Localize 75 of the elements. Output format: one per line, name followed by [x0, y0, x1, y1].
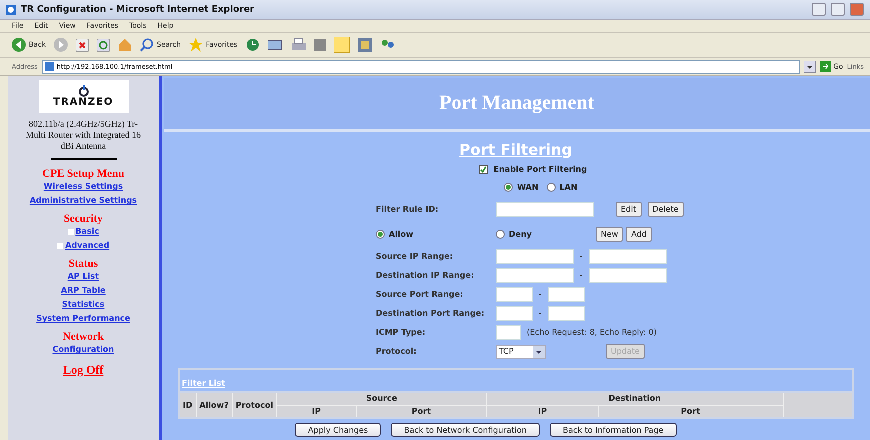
- protocol-select[interactable]: TCP: [496, 344, 546, 358]
- maximize-button[interactable]: [831, 3, 845, 16]
- radio-button[interactable]: Deny: [496, 230, 596, 239]
- range-separator: -: [580, 252, 583, 261]
- enable-checkbox[interactable]: Enable Port Filtering: [478, 165, 588, 174]
- print-icon[interactable]: [292, 38, 306, 52]
- radio-button[interactable]: LAN: [546, 183, 578, 192]
- form-button[interactable]: Delete: [648, 202, 684, 217]
- column-header: Source: [276, 392, 487, 405]
- field-hint: (Echo Request: 8, Echo Reply: 0): [527, 328, 657, 337]
- field-label: Filter Rule ID:: [376, 205, 440, 214]
- range-separator: -: [539, 309, 542, 318]
- logo: TRANZEO: [38, 80, 128, 113]
- section-title: Port Filtering: [460, 141, 572, 159]
- mail-icon[interactable]: [268, 38, 284, 52]
- field-label: Destination IP Range:: [376, 271, 476, 280]
- forward-icon[interactable]: [54, 38, 68, 52]
- window-title: TR Configuration - Microsoft Internet Explorer: [21, 4, 256, 14]
- input-field[interactable]: [496, 202, 594, 217]
- check-icon: [480, 166, 487, 173]
- menu-heading: Status: [68, 258, 98, 270]
- radio-dot-icon: [506, 185, 512, 190]
- device-description: 802.11b/a (2.4GHz/5GHz) Tr-Multi Router with Integrated 16 dBi Antenna: [25, 119, 142, 152]
- star-icon: [189, 38, 204, 52]
- page-button[interactable]: Back to Information Page: [550, 423, 677, 437]
- history-icon[interactable]: [246, 38, 260, 52]
- column-header: Destination: [486, 392, 783, 405]
- input-field[interactable]: [548, 287, 585, 302]
- close-button[interactable]: [850, 3, 864, 16]
- input-field[interactable]: [548, 306, 585, 321]
- dropdown-icon: [533, 346, 545, 358]
- dropdown-icon[interactable]: [804, 60, 816, 72]
- input-field[interactable]: [496, 325, 521, 340]
- menu-link[interactable]: ARP Table: [61, 284, 106, 298]
- radio-button[interactable]: Allow: [376, 230, 496, 239]
- field-label: Source Port Range:: [376, 290, 464, 299]
- field-label: ICMP Type:: [376, 328, 427, 337]
- input-field[interactable]: [588, 268, 667, 283]
- menu-link[interactable]: Administrative Settings: [30, 194, 138, 208]
- range-separator: -: [580, 271, 583, 280]
- menu-link[interactable]: Wireless Settings: [44, 180, 124, 194]
- arrow-icon: [820, 61, 831, 72]
- radio-dot-icon: [378, 232, 383, 237]
- minimize-button[interactable]: [812, 3, 826, 16]
- menu-link[interactable]: Advanced: [57, 239, 110, 254]
- input-field[interactable]: [496, 268, 574, 283]
- search-icon: [140, 38, 154, 52]
- radio-button[interactable]: WAN: [504, 183, 539, 192]
- page-button[interactable]: Apply Changes: [295, 423, 382, 437]
- back-icon: [12, 38, 26, 52]
- stop-icon[interactable]: [76, 38, 89, 52]
- menu-link[interactable]: System Performance: [36, 312, 130, 326]
- refresh-icon[interactable]: [97, 38, 110, 52]
- menu-heading: CPE Setup Menu: [42, 168, 124, 180]
- browser-icon: [6, 4, 16, 14]
- menu-heading: Network: [63, 331, 104, 344]
- page-header: Port Management: [164, 78, 870, 132]
- input-field[interactable]: [496, 306, 533, 321]
- field-label: Source IP Range:: [376, 252, 454, 261]
- form-button[interactable]: Add: [626, 227, 652, 242]
- page-button[interactable]: Back to Network Configuration: [391, 423, 540, 437]
- input-field[interactable]: [588, 249, 667, 264]
- menu-link[interactable]: Statistics: [62, 298, 105, 312]
- input-field[interactable]: [496, 249, 574, 264]
- input-field[interactable]: [496, 287, 533, 302]
- menu-link[interactable]: Basic: [68, 225, 100, 240]
- home-icon[interactable]: [118, 38, 132, 52]
- field-label: Destination Port Range:: [376, 309, 486, 318]
- field-label: Protocol:: [376, 347, 418, 356]
- form-button[interactable]: Edit: [616, 202, 642, 217]
- menu-heading: Security: [64, 213, 104, 226]
- form-button[interactable]: New: [596, 227, 624, 242]
- menu-link[interactable]: Configuration: [52, 343, 114, 358]
- menu-link[interactable]: AP List: [68, 270, 100, 284]
- range-separator: -: [539, 290, 542, 299]
